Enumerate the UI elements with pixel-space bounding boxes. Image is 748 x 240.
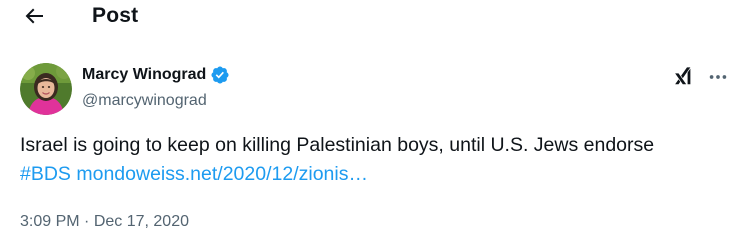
url-link[interactable]: mondoweiss.net/2020/12/zionis… [76, 163, 368, 185]
page-title: Post [92, 4, 139, 27]
tweet-body-text: Israel is going to keep on killing Pales… [20, 134, 655, 156]
verified-badge-icon[interactable] [210, 65, 230, 85]
author-handle[interactable]: @marcywinograd [82, 90, 207, 112]
avatar[interactable] [20, 63, 72, 115]
author-name-row: Marcy Winograd [82, 63, 230, 87]
post-time[interactable]: 3:09 PM [20, 213, 80, 230]
post-date[interactable]: Dec 17, 2020 [94, 213, 189, 230]
avatar-image [20, 63, 72, 115]
tweet-text: Israel is going to keep on killing Pales… [20, 131, 730, 189]
author-display-name[interactable]: Marcy Winograd [82, 64, 206, 86]
more-horizontal-icon[interactable] [707, 66, 729, 88]
page-header: Post [0, 0, 748, 32]
hashtag-link[interactable]: #BDS [20, 163, 71, 185]
arrow-left-icon [25, 8, 43, 24]
timestamp-separator: · [79, 213, 94, 230]
back-button[interactable] [22, 4, 46, 28]
grok-icon[interactable] [672, 66, 694, 88]
post-timestamp: 3:09 PM · Dec 17, 2020 [20, 210, 189, 234]
